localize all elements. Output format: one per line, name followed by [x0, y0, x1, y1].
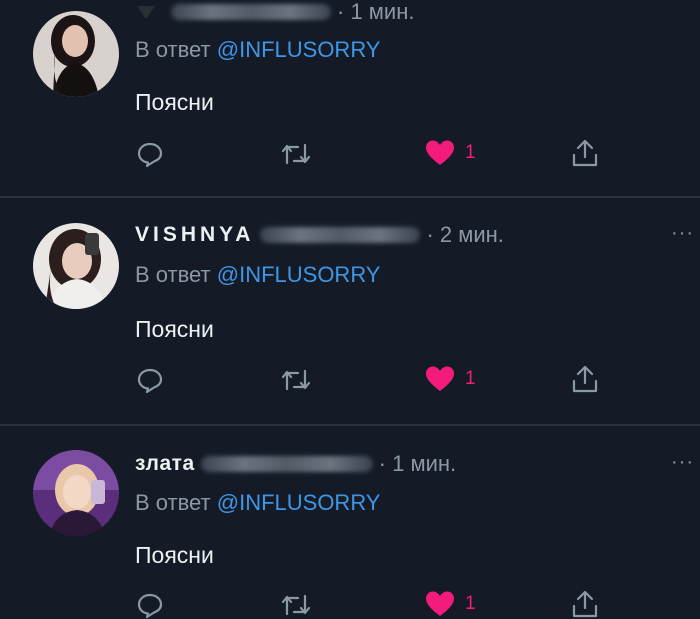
retweet-icon — [281, 143, 311, 165]
blurred-handle — [171, 4, 331, 20]
share-button[interactable] — [571, 138, 599, 168]
more-icon[interactable]: ··· — [671, 451, 694, 474]
retweet-icon — [281, 594, 311, 616]
share-button[interactable] — [571, 589, 599, 619]
retweet-button[interactable] — [280, 592, 312, 618]
reply-to-line: В ответ @INFLUSORRY — [135, 490, 380, 516]
reply-to-line: В ответ @INFLUSORRY — [135, 37, 380, 63]
tweet-time: · 2 мин. — [426, 222, 504, 247]
share-icon — [572, 139, 598, 167]
tweet-2[interactable]: VISHNYA · 2 мин. ··· В ответ @INFLUSORRY… — [0, 198, 700, 424]
avatar[interactable] — [33, 11, 119, 97]
more-icon[interactable]: ··· — [671, 222, 694, 245]
reply-icon — [137, 368, 163, 394]
heart-icon — [426, 140, 454, 165]
reply-button[interactable] — [136, 140, 164, 168]
retweet-icon — [281, 369, 311, 391]
tweet-text: Поясни — [135, 89, 214, 115]
like-button[interactable]: 1 — [425, 590, 476, 618]
share-icon — [572, 590, 598, 618]
tweet-text: Поясни — [135, 542, 214, 568]
display-name[interactable]: VISHNYA — [135, 223, 254, 247]
reply-icon — [137, 593, 163, 619]
blurred-handle — [200, 456, 373, 472]
display-name[interactable]: злата — [135, 452, 195, 476]
avatar[interactable] — [33, 223, 119, 309]
like-button[interactable]: 1 — [425, 365, 476, 393]
tweet-text: Поясни — [135, 316, 214, 342]
heart-icon — [426, 591, 454, 616]
reply-handle-link[interactable]: @INFLUSORRY — [217, 490, 381, 515]
reply-prefix: В ответ — [135, 262, 217, 287]
tweet-1[interactable]: · 1 мин. В ответ @INFLUSORRY Поясни 1 — [0, 0, 700, 196]
like-button[interactable]: 1 — [425, 139, 476, 167]
reply-to-line: В ответ @INFLUSORRY — [135, 262, 380, 288]
reply-button[interactable] — [136, 366, 164, 394]
reply-handle-link[interactable]: @INFLUSORRY — [217, 262, 381, 287]
heart-icon — [426, 366, 454, 391]
tweet-3[interactable]: злата · 1 мин. ··· В ответ @INFLUSORRY П… — [0, 426, 700, 619]
reply-prefix: В ответ — [135, 490, 217, 515]
blurred-handle — [260, 227, 421, 243]
reply-prefix: В ответ — [135, 37, 217, 62]
retweet-button[interactable] — [280, 367, 312, 393]
reply-handle-link[interactable]: @INFLUSORRY — [217, 37, 381, 62]
share-icon — [572, 365, 598, 393]
like-count: 1 — [465, 142, 476, 163]
reply-button[interactable] — [136, 591, 164, 619]
tweet-time: · 1 мин. — [337, 0, 415, 24]
reply-icon — [137, 142, 163, 168]
like-count: 1 — [465, 368, 476, 389]
retweet-button[interactable] — [280, 141, 312, 167]
tweet-time: · 1 мин. — [378, 451, 457, 476]
like-count: 1 — [465, 593, 476, 614]
verified-badge-icon — [135, 4, 157, 20]
share-button[interactable] — [571, 364, 599, 394]
avatar[interactable] — [33, 450, 119, 536]
